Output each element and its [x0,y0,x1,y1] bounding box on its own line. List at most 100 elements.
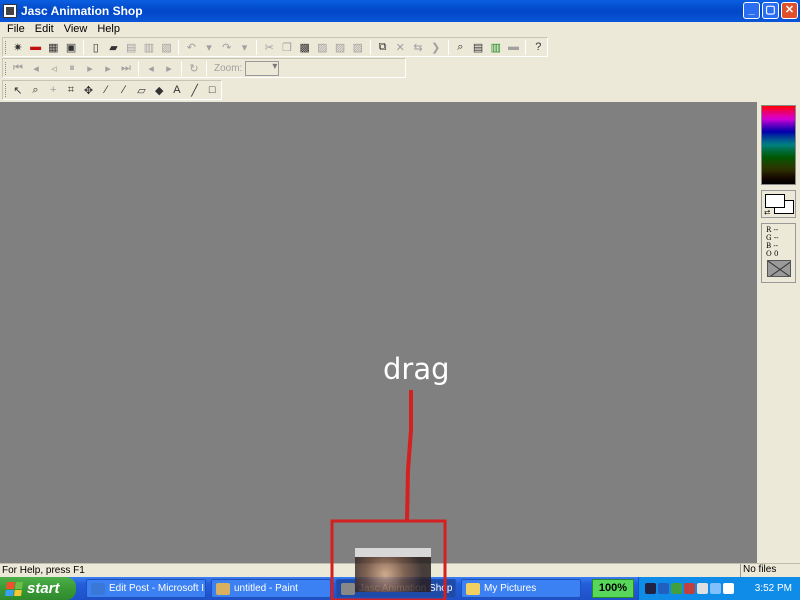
tray-antivirus-icon[interactable] [684,583,695,594]
taskbar-item-paint[interactable]: untitled - Paint [211,579,331,598]
print-icon[interactable]: ▧ [159,39,175,55]
start-button[interactable]: start [0,577,76,600]
paste-icon[interactable]: ▩ [297,39,313,55]
close-button[interactable]: ✕ [781,2,798,19]
open-folder-icon[interactable]: ▰ [106,39,122,55]
paste-after-icon[interactable]: ▨ [332,39,348,55]
menu-file[interactable]: File [2,23,30,35]
menu-help[interactable]: Help [92,23,125,35]
tray-volume-icon[interactable] [697,583,708,594]
toolbar-area: ✷ ▬ ▦ ▣ ▯ ▰ ▤ ▥ ▧ ↶ ▾ ↷ ▾ ✂ ❐ ▩ ▨ ▨ ▨ ⧉ … [0,36,800,102]
optimization-wizard-icon[interactable]: ▦ [45,39,61,55]
menu-view[interactable]: View [59,23,93,35]
color-info-r: R -- [766,226,779,234]
flood-fill-icon[interactable]: ◆ [151,82,167,98]
scroll-left-icon[interactable]: ◂ [143,60,159,76]
cut-icon[interactable]: ✂ [261,39,277,55]
taskbar-item-edit-post[interactable]: Edit Post - Microsoft I... [86,579,206,598]
redo-dropdown-icon[interactable]: ▾ [237,39,253,55]
windows-logo-icon [5,581,23,596]
zoom-percent-indicator[interactable]: 100% [592,579,634,598]
mover-icon[interactable]: ✥ [81,82,97,98]
toolbar-separator [181,60,182,76]
redo-icon[interactable]: ↷ [219,39,235,55]
taskbar-item-label: My Pictures [484,583,537,594]
tool-palette: ↖ ⌕ + ⌗ ✥ ∕ ∕ ▱ ◆ A ╱ □ [2,80,222,100]
save-icon[interactable]: ▤ [123,39,139,55]
transitions-icon[interactable]: ❯ [428,39,444,55]
workspace[interactable] [0,102,757,563]
insert-frames-icon[interactable]: ⧉ [375,39,391,55]
taskbar-clock[interactable]: 3:52 PM [755,583,792,594]
window-title: Jasc Animation Shop [21,4,143,18]
zoom-label: Zoom: [214,62,243,74]
previous-frame-icon[interactable]: ◂ [28,60,44,76]
new-file-icon[interactable]: ▯ [88,39,104,55]
rectangle-icon[interactable]: □ [204,82,220,98]
step-back-icon[interactable]: ◃ [46,60,62,76]
zoom-icon[interactable]: ⌕ [28,82,44,98]
undo-dropdown-icon[interactable]: ▾ [201,39,217,55]
line-icon[interactable]: ╱ [187,82,203,98]
animation-shop-icon [341,582,355,595]
title-bar[interactable]: Jasc Animation Shop _ ▢ ✕ [0,0,800,22]
toolbar-separator [178,39,180,55]
paste-into-icon[interactable]: ▨ [350,39,366,55]
tray-wireless-icon[interactable] [710,583,721,594]
ie-icon [91,582,105,595]
toolbar-separator [138,60,139,76]
paste-before-icon[interactable]: ▨ [315,39,331,55]
color-swatches: ⮂ [761,190,796,218]
toolbar-separator [525,39,527,55]
first-frame-icon[interactable]: ⏮ [10,60,26,76]
toolbar-separator [82,39,84,55]
last-frame-icon[interactable]: ⏭ [118,60,134,76]
tray-security-icon[interactable] [671,583,682,594]
playback-bar-icon[interactable]: ▬ [506,39,522,55]
color-info: R -- G -- B -- O 0 [761,223,796,283]
transparent-swatch-icon[interactable] [767,260,791,277]
dropper-icon[interactable]: ∕ [98,82,114,98]
export-icon[interactable]: ▣ [63,39,79,55]
view-animation-icon[interactable]: ⌕ [453,39,469,55]
arrow-icon[interactable]: ↖ [10,82,26,98]
color-picker[interactable] [761,105,796,185]
toolbar-separator [447,39,449,55]
menu-edit[interactable]: Edit [30,23,59,35]
taskbar-item-my-pictures[interactable]: My Pictures [461,579,581,598]
paintbrush-icon[interactable]: ∕ [116,82,132,98]
color-info-g: G -- [766,234,779,242]
copy-icon[interactable]: ❐ [279,39,295,55]
tray-app-icon[interactable] [645,583,656,594]
palette-icon[interactable]: ▥ [488,39,504,55]
status-help-text: For Help, press F1 [2,565,85,576]
next-frame-icon[interactable]: ▸ [100,60,116,76]
frame-properties-icon[interactable]: ⇆ [410,39,426,55]
delete-frames-icon[interactable]: ✕ [392,39,408,55]
refresh-icon[interactable]: ↻ [186,60,202,76]
crop-icon[interactable]: ⌗ [63,82,79,98]
zoom-select[interactable] [245,60,280,76]
crosshair-icon[interactable]: + [45,82,61,98]
swap-colors-icon[interactable]: ⮂ [764,208,770,218]
play-icon[interactable]: ▸ [82,60,98,76]
save-frames-icon[interactable]: ▥ [141,39,157,55]
taskbar-item-label: Edit Post - Microsoft I... [109,583,206,594]
tray-network-icon[interactable] [658,583,669,594]
vcr-toolbar: ⏮ ◂ ◃ ⏸ ▸ ▸ ⏭ ◂ ▸ ↻ Zoom: [2,58,406,78]
standard-toolbar: ✷ ▬ ▦ ▣ ▯ ▰ ▤ ▥ ▧ ↶ ▾ ↷ ▾ ✂ ❐ ▩ ▨ ▨ ▨ ⧉ … [2,37,548,57]
banner-wizard-icon[interactable]: ▬ [28,39,44,55]
context-help-icon[interactable]: ? [530,39,546,55]
animation-properties-icon[interactable]: ▤ [470,39,486,55]
window-controls: _ ▢ ✕ [743,2,798,19]
minimize-button[interactable]: _ [743,2,760,19]
text-icon[interactable]: A [169,82,185,98]
foreground-color-swatch[interactable] [765,194,785,208]
eraser-icon[interactable]: ▱ [134,82,150,98]
animation-wizard-icon[interactable]: ✷ [10,39,26,55]
undo-icon[interactable]: ↶ [183,39,199,55]
scroll-right-icon[interactable]: ▸ [161,60,177,76]
tray-calendar-icon[interactable] [723,583,734,594]
pause-icon[interactable]: ⏸ [64,60,80,76]
maximize-button[interactable]: ▢ [762,2,779,19]
